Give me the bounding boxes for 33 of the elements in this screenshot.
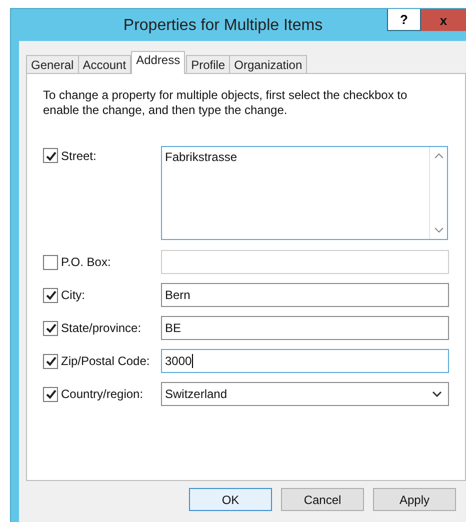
dialog-button[interactable]: Apply — [373, 488, 456, 511]
close-button[interactable]: x — [421, 9, 466, 31]
dialog-button[interactable]: OK — [189, 488, 272, 511]
field-label: P.O. Box: — [61, 255, 111, 269]
checkbox[interactable] — [43, 288, 58, 302]
tab[interactable]: Profile — [186, 55, 230, 74]
window-title: Properties for Multiple Items — [122, 16, 324, 35]
tab[interactable]: General — [26, 55, 79, 74]
tab[interactable]: Account — [78, 55, 132, 74]
tab[interactable]: Address — [131, 51, 186, 74]
input-field[interactable]: BE — [161, 316, 449, 340]
dialog-button[interactable]: Cancel — [281, 488, 364, 511]
field-label: State/province: — [61, 321, 142, 335]
caret-icon — [432, 391, 442, 397]
tab[interactable]: Organization — [229, 55, 308, 74]
checkbox[interactable] — [43, 386, 58, 402]
help-button[interactable]: ? — [387, 9, 421, 31]
field-label: Country/region: — [61, 387, 144, 401]
checkbox[interactable] — [43, 320, 58, 336]
instructions-text: To change a property for multiple objects, first select the checkbox to enable the change, and then type the change. — [43, 88, 408, 118]
field-label: Zip/Postal Code: — [61, 354, 150, 368]
checkbox[interactable] — [43, 148, 58, 163]
checkbox[interactable] — [43, 254, 58, 270]
country-dropdown[interactable]: Switzerland — [161, 382, 449, 406]
field-label: Street: — [61, 148, 96, 162]
field-label: City: — [61, 288, 85, 302]
scroll-up-icon[interactable] — [434, 153, 444, 159]
checkbox[interactable] — [43, 354, 58, 368]
scroll-down-icon[interactable] — [434, 227, 444, 233]
street-field[interactable]: Fabrikstrasse — [161, 146, 448, 240]
input-field[interactable] — [161, 250, 449, 274]
input-field[interactable]: 3000 — [161, 349, 449, 373]
input-field[interactable]: Bern — [161, 283, 449, 307]
